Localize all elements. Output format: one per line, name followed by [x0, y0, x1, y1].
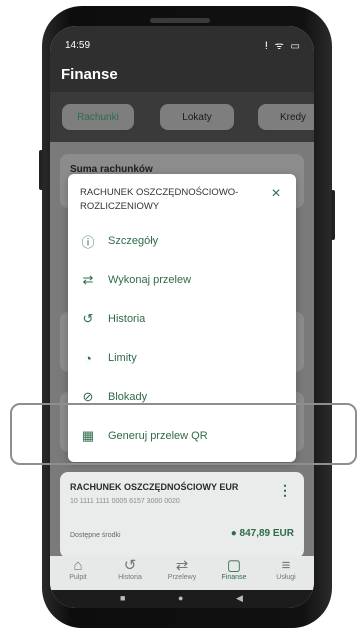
menu-item-limity[interactable]: ◔ Limity [68, 341, 296, 375]
nav-label: Przelewy [167, 574, 197, 581]
status-time: 14:59 [65, 40, 91, 51]
phone-screen: 14:59 ⵑ ᯤ ▭ Finanse Rachunki Lokaty Kred… [50, 26, 314, 608]
nav-item-pulpit[interactable]: ⌂ Pulpit [54, 556, 102, 590]
menu-item-wykonaj-przelew[interactable]: ⇄ Wykonaj przelew [68, 263, 296, 297]
history-icon: ↺ [82, 311, 94, 326]
available-funds-label: Dostępne środki [70, 532, 121, 539]
highlight-frame [10, 403, 357, 465]
system-navigation-bar: ■ ● ◀ [50, 590, 314, 608]
tab-rachunki[interactable]: Rachunki [62, 104, 134, 130]
account-number: 10 1111 1111 0005 6157 3000 0020 [70, 498, 180, 505]
nav-item-historia[interactable]: ↺ Historia [106, 556, 154, 590]
nav-item-przelewy[interactable]: ⇄ Przelewy [158, 556, 206, 590]
transfer-icon: ⇄ [82, 272, 94, 287]
volume-button [39, 150, 43, 190]
gauge-icon: ◔ [84, 350, 92, 366]
account-card[interactable]: RACHUNEK OSZCZĘDNOŚCIOWY EUR 10 1111 111… [60, 472, 304, 558]
power-button [331, 190, 335, 240]
tab-kredyty[interactable]: Kredy [258, 104, 314, 130]
menu-item-label: Blokady [108, 391, 148, 403]
page-title: Finanse [61, 66, 118, 83]
nav-label: Usługi [276, 574, 296, 581]
status-bar: 14:59 ⵑ ᯤ ▭ [50, 26, 314, 58]
home-button-icon[interactable]: ● [178, 593, 183, 603]
menu-item-label: Szczegóły [108, 235, 159, 247]
nav-item-finanse[interactable]: ▢ Finanse [210, 556, 258, 590]
transfer-icon: ⇄ [175, 557, 189, 574]
bottom-navigation: ⌂ Pulpit ↺ Historia ⇄ Przelewy ▢ Finanse… [50, 556, 314, 590]
close-icon[interactable]: × [266, 184, 286, 204]
menu-item-label: Wykonaj przelew [108, 274, 192, 286]
menu-item-szczegoly[interactable]: ⓘ Szczegóły [68, 224, 296, 258]
account-name: RACHUNEK OSZCZĘDNOŚCIOWY EUR [70, 482, 239, 492]
recents-icon[interactable]: ■ [120, 593, 125, 603]
more-options-icon[interactable]: ⋮ [278, 482, 292, 499]
app-header: Finanse [50, 58, 314, 92]
account-balance: ● 847,89 EUR [230, 528, 294, 539]
nav-label: Pulpit [69, 574, 87, 581]
back-icon[interactable]: ◀ [236, 593, 243, 604]
nav-item-uslugi[interactable]: ≡ Usługi [262, 556, 310, 590]
menu-item-historia[interactable]: ↺ Historia [68, 302, 296, 336]
nav-label: Finanse [221, 574, 247, 581]
speaker-grille [150, 18, 210, 23]
services-icon: ≡ [281, 557, 291, 574]
wallet-icon: ▢ [226, 557, 242, 574]
menu-item-label: Historia [108, 313, 146, 325]
status-icons: ⵑ ᯤ ▭ [264, 41, 302, 52]
nav-label: Historia [118, 574, 142, 581]
history-icon: ↺ [123, 557, 137, 574]
menu-item-label: Limity [108, 352, 137, 364]
modal-title: RACHUNEK OSZCZĘDNOŚCIOWO-ROZLICZENIOWY [80, 187, 239, 212]
info-icon: ⓘ [81, 234, 95, 250]
home-icon: ⌂ [73, 557, 83, 574]
tab-lokaty[interactable]: Lokaty [160, 104, 234, 130]
tabs-row: Rachunki Lokaty Kredy [50, 92, 314, 142]
